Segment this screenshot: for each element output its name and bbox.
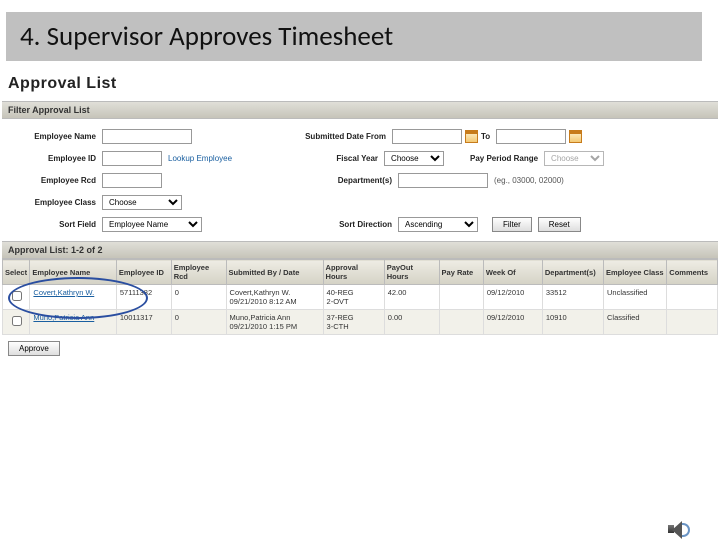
sort-field-select[interactable]: Employee Name bbox=[102, 217, 202, 232]
cell-week-of: 09/12/2010 bbox=[483, 285, 542, 310]
cell-emp-class: Unclassified bbox=[604, 285, 667, 310]
employee-class-select[interactable]: Choose bbox=[102, 195, 182, 210]
label-sort-field: Sort Field bbox=[6, 220, 102, 229]
cell-comments bbox=[667, 310, 718, 335]
cell-pay-rate bbox=[439, 285, 483, 310]
cell-week-of: 09/12/2010 bbox=[483, 310, 542, 335]
cell-payout-hours: 42.00 bbox=[384, 285, 439, 310]
table-row: Covert,Kathryn W. 571113820Covert,Kathryn… bbox=[3, 285, 718, 310]
cell-emp-id: 57111382 bbox=[116, 285, 171, 310]
row-checkbox[interactable] bbox=[12, 316, 22, 326]
fiscal-year-select[interactable]: Choose bbox=[384, 151, 444, 166]
col-select: Select bbox=[3, 260, 30, 285]
cell-payout-hours: 0.00 bbox=[384, 310, 439, 335]
label-employee-name: Employee Name bbox=[6, 132, 102, 141]
filter-button[interactable]: Filter bbox=[492, 217, 532, 232]
cell-submitted: Covert,Kathryn W. 09/21/2010 8:12 AM bbox=[226, 285, 323, 310]
cell-emp-rcd: 0 bbox=[171, 285, 226, 310]
cell-comments bbox=[667, 285, 718, 310]
results-bar: Approval List: 1-2 of 2 bbox=[2, 241, 718, 259]
col-week-of: Week Of bbox=[483, 260, 542, 285]
slide-title: 4. Supervisor Approves Timesheet bbox=[6, 12, 702, 61]
submitted-from-input[interactable] bbox=[392, 129, 462, 144]
cell-emp-id: 10011317 bbox=[116, 310, 171, 335]
filter-form: Employee Name Submitted Date From To Emp… bbox=[2, 119, 718, 239]
label-submitted-from: Submitted Date From bbox=[272, 132, 392, 141]
col-comments: Comments bbox=[667, 260, 718, 285]
col-approval-hours: Approval Hours bbox=[323, 260, 384, 285]
calendar-icon[interactable] bbox=[465, 130, 478, 143]
col-emp-id: Employee ID bbox=[116, 260, 171, 285]
employee-name-link[interactable]: Muno,Patricia Ann bbox=[33, 313, 94, 322]
departments-hint: (eg., 03000, 02000) bbox=[488, 176, 564, 185]
col-depts: Department(s) bbox=[542, 260, 603, 285]
cell-depts: 33512 bbox=[542, 285, 603, 310]
sort-direction-select[interactable]: Ascending bbox=[398, 217, 478, 232]
pay-period-select[interactable]: Choose bbox=[544, 151, 604, 166]
label-to: To bbox=[481, 132, 496, 141]
filter-section-bar: Filter Approval List bbox=[2, 101, 718, 119]
approval-grid: Select Employee Name Employee ID Employe… bbox=[2, 259, 718, 335]
col-emp-rcd: Employee Rcd bbox=[171, 260, 226, 285]
employee-name-link[interactable]: Covert,Kathryn W. bbox=[33, 288, 94, 297]
cell-approval-hours: 37-REG 3-CTH bbox=[323, 310, 384, 335]
cell-submitted: Muno,Patricia Ann 09/21/2010 1:15 PM bbox=[226, 310, 323, 335]
label-departments: Department(s) bbox=[278, 176, 398, 185]
label-sort-direction: Sort Direction bbox=[278, 220, 398, 229]
employee-rcd-input[interactable] bbox=[102, 173, 162, 188]
departments-input[interactable] bbox=[398, 173, 488, 188]
col-pay-rate: Pay Rate bbox=[439, 260, 483, 285]
lookup-employee-link[interactable]: Lookup Employee bbox=[162, 154, 238, 163]
col-submitted: Submitted By / Date bbox=[226, 260, 323, 285]
employee-name-input[interactable] bbox=[102, 129, 192, 144]
table-row: Muno,Patricia Ann 100113170Muno,Patricia … bbox=[3, 310, 718, 335]
col-emp-class: Employee Class bbox=[604, 260, 667, 285]
cell-emp-class: Classified bbox=[604, 310, 667, 335]
cell-approval-hours: 40-REG 2-OVT bbox=[323, 285, 384, 310]
speaker-icon bbox=[668, 520, 690, 540]
employee-id-input[interactable] bbox=[102, 151, 162, 166]
page-title: Approval List bbox=[2, 69, 718, 101]
cell-depts: 10910 bbox=[542, 310, 603, 335]
label-pay-period: Pay Period Range bbox=[444, 154, 544, 163]
cell-emp-rcd: 0 bbox=[171, 310, 226, 335]
col-payout-hours: PayOut Hours bbox=[384, 260, 439, 285]
reset-button[interactable]: Reset bbox=[538, 217, 581, 232]
label-employee-rcd: Employee Rcd bbox=[6, 176, 102, 185]
label-employee-id: Employee ID bbox=[6, 154, 102, 163]
calendar-icon[interactable] bbox=[569, 130, 582, 143]
label-employee-class: Employee Class bbox=[6, 198, 102, 207]
row-checkbox[interactable] bbox=[12, 291, 22, 301]
col-emp-name: Employee Name bbox=[30, 260, 116, 285]
approve-button[interactable]: Approve bbox=[8, 341, 60, 356]
cell-pay-rate bbox=[439, 310, 483, 335]
label-fiscal-year: Fiscal Year bbox=[264, 154, 384, 163]
submitted-to-input[interactable] bbox=[496, 129, 566, 144]
